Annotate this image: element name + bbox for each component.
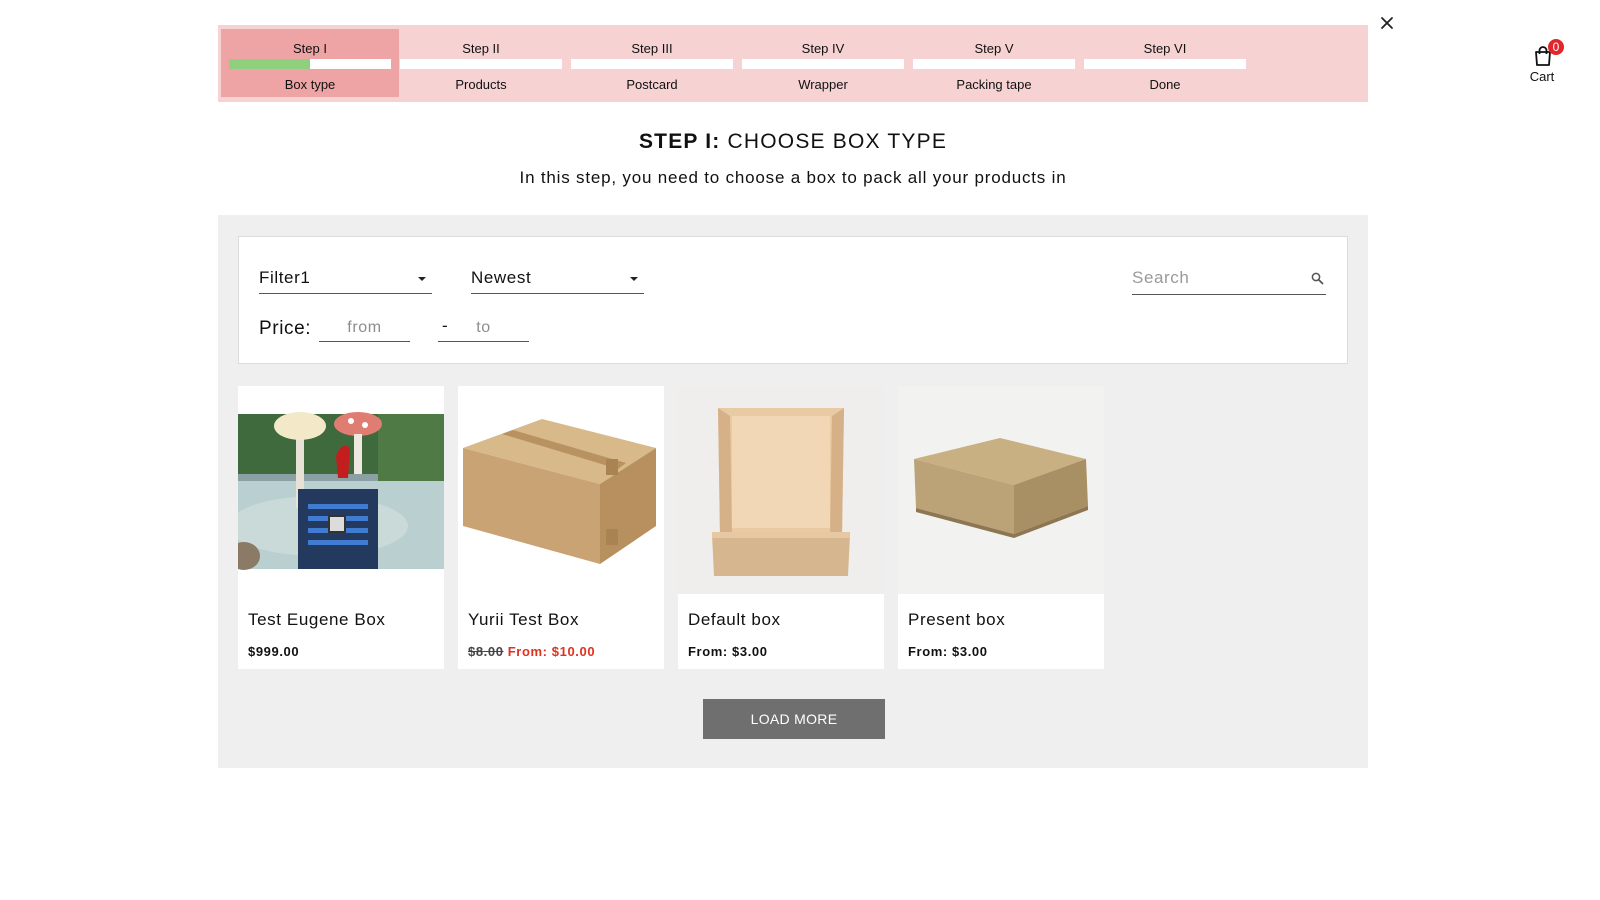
step-label: Packing tape <box>956 77 1032 92</box>
step-title: CHOOSE BOX TYPE <box>727 130 948 153</box>
product-name: Test Eugene Box <box>248 610 386 629</box>
product-card[interactable]: Yurii Test Box $8.00 From: $10.00 <box>458 386 664 669</box>
product-price: From: $3.00 <box>688 644 768 659</box>
product-card[interactable]: Present box From: $3.00 <box>898 386 1104 669</box>
step-progress-track <box>1084 59 1246 69</box>
product-name: Yurii Test Box <box>468 610 580 629</box>
step-label: Postcard <box>626 77 678 92</box>
search-icon[interactable] <box>1311 272 1324 285</box>
step-progress-track <box>229 59 391 69</box>
step-label: Wrapper <box>798 77 848 92</box>
product-price: From: $3.00 <box>908 644 988 659</box>
step-2[interactable]: Step II Products <box>392 29 570 97</box>
step-title: Step V <box>974 41 1014 56</box>
price-value: $999.00 <box>248 644 300 659</box>
step-4[interactable]: Step IV Wrapper <box>734 29 912 97</box>
chevron-down-icon <box>630 277 638 281</box>
product-image <box>678 386 884 594</box>
step-label: Products <box>455 77 507 92</box>
step-title: Step VI <box>1143 41 1187 56</box>
product-image <box>458 386 664 594</box>
step-progress-track <box>913 59 1075 69</box>
price-from-input[interactable] <box>319 316 410 340</box>
step-1[interactable]: Step I Box type <box>221 29 399 97</box>
price-label: Price: <box>259 318 312 339</box>
step-progress-track <box>742 59 904 69</box>
step-title: Step I <box>293 41 327 56</box>
product-card[interactable]: Test Eugene Box $999.00 <box>238 386 444 669</box>
page-subtitle: In this step, you need to choose a box t… <box>519 168 1067 187</box>
product-name: Present box <box>908 610 1006 629</box>
step-title: Step II <box>462 41 500 56</box>
price-value: From: $3.00 <box>908 644 988 659</box>
step-title: Step III <box>631 41 673 56</box>
product-price: $999.00 <box>248 644 299 659</box>
search-input[interactable] <box>1132 266 1302 290</box>
product-image <box>898 386 1104 594</box>
cart-label: Cart <box>1529 69 1555 84</box>
filter-bar: Filter1 Newest Price: - <box>238 236 1348 364</box>
filter1-value: Filter1 <box>259 268 311 287</box>
step-progress-bar: Step I Box type Step II Products Step II… <box>218 25 1576 102</box>
chevron-down-icon <box>418 277 426 281</box>
step-title: Step IV <box>801 41 845 56</box>
price-value: From: $3.00 <box>688 644 768 659</box>
product-card[interactable]: Default box From: $3.00 <box>678 386 884 669</box>
step-label: Done <box>1149 77 1181 92</box>
price-to-input[interactable] <box>438 316 529 340</box>
original-price: $8.00 <box>468 644 504 659</box>
step-6[interactable]: Step VI Done <box>1076 29 1254 97</box>
filter1-select[interactable]: Filter1 <box>259 264 432 294</box>
product-image <box>238 386 444 594</box>
price-from-field <box>319 316 410 342</box>
product-name: Default box <box>688 610 781 629</box>
close-button[interactable] <box>1376 12 1398 34</box>
price-to-field <box>438 316 529 342</box>
search-field <box>1132 264 1326 295</box>
cart-button[interactable]: 0 Cart <box>1508 29 1576 97</box>
step-progress-fill <box>229 59 310 69</box>
step-progress-track <box>571 59 733 69</box>
step-3[interactable]: Step III Postcard <box>563 29 741 97</box>
step-label: Box type <box>284 77 336 92</box>
close-icon <box>1381 17 1393 29</box>
step-progress-track <box>400 59 562 69</box>
sort-value: Newest <box>471 268 532 287</box>
sort-select[interactable]: Newest <box>471 264 644 294</box>
load-more-button[interactable]: LOAD MORE <box>703 699 885 739</box>
cart-count-badge: 0 <box>1548 39 1564 55</box>
step-number: STEP I: <box>638 130 721 153</box>
page-title: STEP I: CHOOSE BOX TYPE <box>0 130 1586 154</box>
sale-price: From: $10.00 <box>507 644 596 659</box>
product-price: $8.00 From: $10.00 <box>468 644 595 659</box>
step-5[interactable]: Step V Packing tape <box>905 29 1083 97</box>
product-panel: Filter1 Newest Price: - <box>218 215 1368 768</box>
